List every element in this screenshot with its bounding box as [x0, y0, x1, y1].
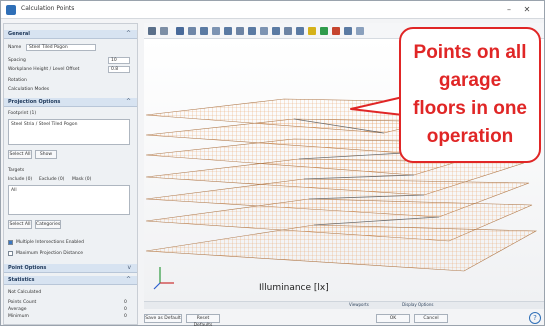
targets-item[interactable]: All: [11, 188, 17, 193]
chevron-down-icon: v: [127, 264, 131, 271]
annotation-callout: Points on all garage floors in one opera…: [399, 27, 541, 163]
axis-gizmo: [153, 267, 174, 290]
settings-icon[interactable]: [160, 27, 168, 35]
mask-tab[interactable]: Mask (0): [72, 177, 91, 182]
pan-icon[interactable]: [272, 27, 280, 35]
categories-button[interactable]: Categories: [35, 220, 61, 229]
section-point-options[interactable]: Point Options v: [4, 264, 137, 273]
home-icon[interactable]: [148, 27, 156, 35]
view-back-icon[interactable]: [248, 27, 256, 35]
title-bar: Calculation Points – ✕: [1, 1, 544, 19]
view-iso-icon[interactable]: [236, 27, 244, 35]
footprint-item[interactable]: Steel Stria / Steel Tiled Pogon: [11, 122, 77, 127]
zoom-icon[interactable]: [284, 27, 292, 35]
rotation-toggle[interactable]: Rotation: [8, 78, 27, 83]
targets-list[interactable]: All: [8, 185, 130, 215]
multiple-intersections-checkbox[interactable]: [8, 240, 13, 245]
dialog-buttons: Save as Default Reset Defaults OK Cancel…: [144, 311, 544, 328]
help-icon[interactable]: ?: [529, 312, 541, 324]
height-label: Workplane Height / Level Offset: [8, 67, 80, 72]
app-icon: [6, 5, 16, 15]
name-label: Name: [8, 45, 22, 50]
reset-defaults-button[interactable]: Reset Defaults: [186, 314, 220, 328]
viewport-status-bar: Viewports Display Options: [144, 301, 544, 309]
chevron-up-icon: ^: [125, 98, 131, 105]
stats-label: Average: [8, 307, 27, 312]
footprint-label: Footprint (1): [8, 111, 37, 116]
footprint-list[interactable]: Steel Stria / Steel Tiled Pogon: [8, 119, 130, 145]
section-general[interactable]: General ^: [4, 30, 137, 39]
callout-line: Points on all: [413, 42, 527, 63]
calculation-points-window: Calculation Points – ✕ General ^ Name St…: [0, 0, 545, 328]
chevron-up-icon: ^: [125, 30, 131, 37]
render-icon[interactable]: [344, 27, 352, 35]
callout-line: floors in one: [413, 98, 527, 119]
maximum-distance-label: Maximum Projection Distance: [16, 251, 83, 256]
stats-label: Minimum: [8, 314, 29, 319]
save-as-default-button[interactable]: Save as Default: [144, 314, 182, 323]
select-targets-button[interactable]: Select All: [8, 220, 32, 229]
zoom-extents-icon[interactable]: [296, 27, 304, 35]
stats-status: Not Calculated: [8, 290, 42, 295]
light-icon[interactable]: [308, 27, 316, 35]
view-side-icon[interactable]: [224, 27, 232, 35]
calculation-modes-toggle[interactable]: Calculation Modes: [8, 87, 49, 92]
illuminance-legend: Illuminance [lx]: [259, 283, 329, 293]
camera-icon[interactable]: [188, 27, 196, 35]
exclude-tab[interactable]: Exclude (0): [39, 177, 64, 182]
height-input[interactable]: 0.8: [108, 66, 130, 73]
properties-panel: General ^ Name Steel Tiled Pogon Spacing…: [3, 23, 138, 325]
maximum-distance-checkbox[interactable]: [8, 251, 13, 256]
stats-value: 0: [124, 307, 127, 312]
view-front-icon[interactable]: [212, 27, 220, 35]
view-top-icon[interactable]: [200, 27, 208, 35]
window-title: Calculation Points: [21, 5, 75, 12]
section-projection[interactable]: Projection Options ^: [4, 98, 137, 107]
select-all-button[interactable]: Select All: [8, 150, 32, 159]
cancel-button[interactable]: Cancel: [414, 314, 448, 323]
save-view-icon[interactable]: [176, 27, 184, 35]
targets-label: Targets: [8, 168, 25, 173]
spacing-label: Spacing: [8, 58, 26, 63]
color-icon[interactable]: [332, 27, 340, 35]
more-icon[interactable]: [356, 27, 364, 35]
viewports-menu[interactable]: Viewports: [349, 302, 369, 307]
stats-value: 0: [124, 314, 127, 319]
sun-icon[interactable]: [320, 27, 328, 35]
callout-text: Points on all garage floors in one opera…: [401, 39, 539, 151]
stats-value: 0: [124, 300, 127, 305]
chevron-up-icon: ^: [125, 276, 131, 283]
minimize-icon[interactable]: –: [502, 4, 516, 16]
callout-line: garage: [438, 70, 502, 91]
rotate-icon[interactable]: [260, 27, 268, 35]
stats-label: Points Count: [8, 300, 37, 305]
include-tab[interactable]: Include (0): [8, 177, 32, 182]
section-statistics[interactable]: Statistics ^: [4, 276, 137, 285]
callout-line: operation: [426, 126, 514, 147]
close-icon[interactable]: ✕: [520, 4, 534, 16]
show-button[interactable]: Show: [35, 150, 57, 159]
spacing-input[interactable]: 10: [108, 57, 130, 64]
display-options-menu[interactable]: Display Options: [402, 302, 433, 307]
name-input[interactable]: Steel Tiled Pogon: [26, 44, 96, 51]
multiple-intersections-label: Multiple Intersections Enabled: [16, 240, 85, 245]
ok-button[interactable]: OK: [376, 314, 410, 323]
